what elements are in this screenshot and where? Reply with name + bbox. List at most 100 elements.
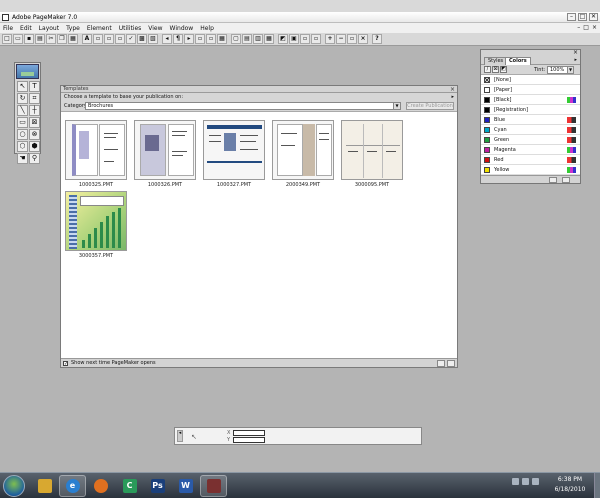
constrained-line-icon[interactable]: ┼ (29, 105, 40, 116)
color-row[interactable]: Blue (481, 115, 580, 125)
color-row[interactable]: [Registration] (481, 105, 580, 115)
grid-icon[interactable]: ▦ (264, 34, 274, 44)
line-icon[interactable]: ╲ (17, 105, 28, 116)
menu-help[interactable]: Help (200, 25, 214, 32)
color-row[interactable]: Yellow (481, 165, 580, 175)
fill-icon[interactable]: ⊠ (492, 66, 499, 73)
rulers-icon[interactable]: ▤ (242, 34, 252, 44)
menu-layout[interactable]: Layout (39, 25, 59, 32)
copy-icon[interactable]: ❐ (57, 34, 67, 44)
taskbar-word[interactable]: W (172, 475, 199, 497)
page-icon[interactable]: ▢ (231, 34, 241, 44)
menu-type[interactable]: Type (66, 25, 80, 32)
doc-minimize-button[interactable]: – (577, 24, 580, 31)
hand-icon[interactable]: ☚ (17, 153, 28, 164)
actual-size-icon[interactable]: × (358, 34, 368, 44)
color-row[interactable]: [Black] (481, 95, 580, 105)
menu-element[interactable]: Element (87, 25, 112, 32)
tab-styles[interactable]: Styles (484, 57, 508, 65)
doc-restore-button[interactable]: □ (583, 24, 589, 31)
menu-window[interactable]: Window (170, 25, 194, 32)
help-icon[interactable]: ? (372, 34, 382, 44)
taskbar-folder[interactable] (31, 475, 58, 497)
lock-icon[interactable]: ▫ (300, 34, 310, 44)
print-icon[interactable]: ▤ (35, 34, 45, 44)
color-row[interactable]: Red (481, 155, 580, 165)
clock[interactable]: 6:38 PM 6/18/2010 (550, 475, 590, 495)
save-icon[interactable]: ▪ (24, 34, 34, 44)
ellipse-icon[interactable]: ○ (17, 129, 28, 140)
minimize-button[interactable]: – (567, 13, 576, 21)
taskbar-ie[interactable]: e (59, 475, 86, 497)
taskbar-firefox[interactable] (87, 475, 114, 497)
zoom-out-icon[interactable]: − (336, 34, 346, 44)
place-icon[interactable]: ▩ (137, 34, 147, 44)
templates-title-bar[interactable]: Templates × (61, 86, 457, 93)
close-icon[interactable]: × (450, 86, 455, 93)
arrow-icon[interactable]: ↖ (17, 81, 28, 92)
link-icon[interactable]: ▫ (206, 34, 216, 44)
underline-icon[interactable]: ▫ (115, 34, 125, 44)
colors-palette-header[interactable]: × (481, 49, 580, 57)
right-icon[interactable]: ▸ (184, 34, 194, 44)
mask-icon[interactable]: ◩ (278, 34, 288, 44)
frame-icon[interactable]: ▫ (195, 34, 205, 44)
crop-icon[interactable]: ⌗ (29, 93, 40, 104)
doc-close-button[interactable]: × (592, 24, 597, 31)
create-publication-button[interactable]: Create Publication (406, 102, 454, 110)
category-select[interactable]: Brochures ▼ (85, 102, 401, 110)
new-icon[interactable]: □ (2, 34, 12, 44)
polygon-frame-icon[interactable]: ⬢ (29, 141, 40, 152)
panel-menu-icon[interactable]: ▸ (451, 93, 454, 101)
new-template-icon[interactable] (437, 360, 445, 367)
template-item[interactable]: 1000325.PMT (65, 120, 127, 188)
zoom-icon[interactable]: ⚲ (29, 153, 40, 164)
color-row[interactable]: Green (481, 135, 580, 145)
check-icon[interactable]: ✓ (126, 34, 136, 44)
italic-icon[interactable]: ▫ (104, 34, 114, 44)
zoom-in-icon[interactable]: + (325, 34, 335, 44)
menu-view[interactable]: View (148, 25, 162, 32)
fit-icon[interactable]: ▫ (347, 34, 357, 44)
open-icon[interactable]: ▭ (13, 34, 23, 44)
x-position-field[interactable] (233, 430, 265, 436)
y-position-field[interactable] (233, 437, 265, 443)
close-button[interactable]: ✕ (589, 13, 598, 21)
template-item[interactable]: 3000095.PMT (341, 120, 403, 188)
group-icon[interactable]: ▣ (289, 34, 299, 44)
color-row[interactable]: Magenta (481, 145, 580, 155)
palette-menu-icon[interactable]: ▸ (574, 57, 577, 64)
color-row[interactable]: Cyan (481, 125, 580, 135)
template-item[interactable]: 1000326.PMT (134, 120, 196, 188)
new-color-icon[interactable] (549, 177, 557, 183)
menu-edit[interactable]: Edit (20, 25, 32, 32)
rectangle-frame-icon[interactable]: ⊠ (29, 117, 40, 128)
taskbar-camtasia[interactable]: C (116, 475, 143, 497)
stroke-icon[interactable]: / (484, 66, 491, 73)
menu-file[interactable]: File (3, 25, 13, 32)
volume-icon[interactable] (532, 478, 539, 485)
cut-icon[interactable]: ✂ (46, 34, 56, 44)
both-icon[interactable]: ◩ (500, 66, 507, 73)
text-icon[interactable]: A (82, 34, 92, 44)
network-icon[interactable] (522, 478, 529, 485)
close-icon[interactable]: × (573, 49, 578, 56)
rotate-icon[interactable]: ↻ (17, 93, 28, 104)
table-icon[interactable]: ▦ (217, 34, 227, 44)
export-icon[interactable]: ▧ (148, 34, 158, 44)
tools-palette-header[interactable] (16, 64, 39, 79)
color-row[interactable]: [None] (481, 75, 580, 85)
tab-colors[interactable]: Colors (505, 57, 531, 65)
taskbar-photoshop[interactable]: Ps (144, 475, 171, 497)
taskbar-pagemaker[interactable] (200, 475, 227, 497)
template-item[interactable]: 2000349.PMT (272, 120, 334, 188)
window-title-bar[interactable]: Adobe PageMaker 7.0 – □ ✕ (0, 12, 600, 23)
rectangle-icon[interactable]: ▭ (17, 117, 28, 128)
tint-select[interactable]: 100% ▼ (547, 66, 574, 74)
bold-icon[interactable]: ▫ (93, 34, 103, 44)
left-icon[interactable]: ◂ (162, 34, 172, 44)
start-button[interactable] (3, 475, 25, 497)
ellipse-frame-icon[interactable]: ⊗ (29, 129, 40, 140)
menu-utilities[interactable]: Utilities (119, 25, 142, 32)
guides-icon[interactable]: ▥ (253, 34, 263, 44)
